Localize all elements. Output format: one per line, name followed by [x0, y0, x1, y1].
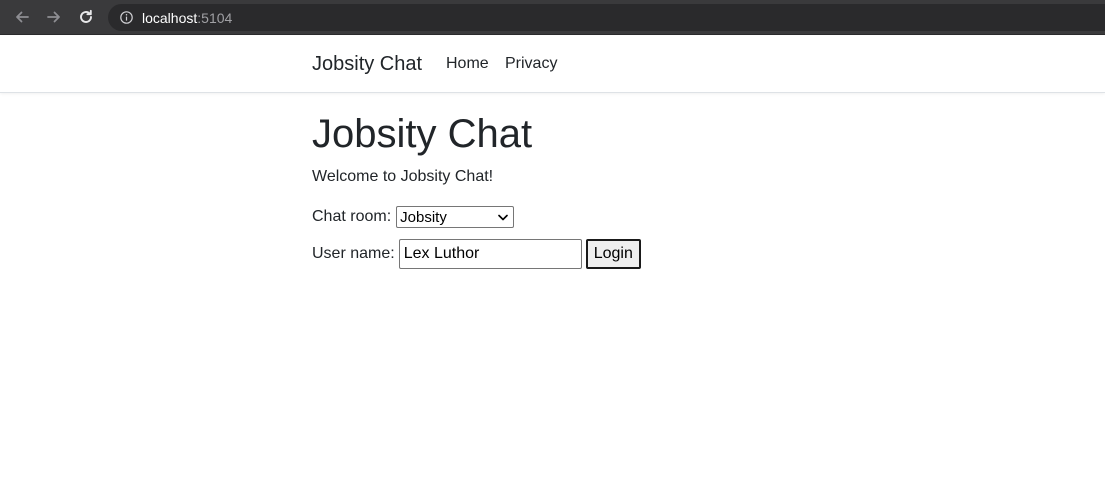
- navbar-brand[interactable]: Jobsity Chat: [312, 53, 422, 76]
- chat-room-row: Chat room: Jobsity: [312, 206, 515, 228]
- user-name-label: User name:: [312, 245, 395, 262]
- forward-arrow-icon: [47, 11, 60, 23]
- chat-room-selected-value: Jobsity: [400, 208, 447, 226]
- chat-room-select[interactable]: Jobsity: [396, 206, 515, 228]
- url-text: localhost:5104: [142, 10, 232, 26]
- user-name-input[interactable]: [398, 239, 582, 269]
- back-button[interactable]: [10, 5, 34, 29]
- site-navbar: Jobsity Chat Home Privacy: [0, 36, 1105, 93]
- url-host: localhost: [142, 9, 198, 26]
- url-port: :5104: [197, 9, 233, 26]
- info-icon[interactable]: [120, 11, 133, 24]
- chevron-down-icon: [498, 214, 508, 221]
- page-title: Jobsity Chat: [312, 112, 533, 156]
- reload-button[interactable]: [74, 5, 98, 29]
- user-name-row: User name: Login: [312, 239, 641, 269]
- login-button[interactable]: Login: [585, 239, 641, 269]
- nav-link-home[interactable]: Home: [446, 55, 489, 73]
- address-bar[interactable]: localhost:5104: [108, 4, 1105, 31]
- welcome-text: Welcome to Jobsity Chat!: [312, 168, 494, 185]
- chat-room-label: Chat room:: [312, 208, 392, 225]
- nav-link-privacy[interactable]: Privacy: [505, 55, 557, 73]
- browser-toolbar: localhost:5104: [0, 0, 1105, 35]
- reload-icon: [80, 9, 92, 23]
- forward-button[interactable]: [42, 5, 66, 29]
- back-arrow-icon: [16, 11, 29, 23]
